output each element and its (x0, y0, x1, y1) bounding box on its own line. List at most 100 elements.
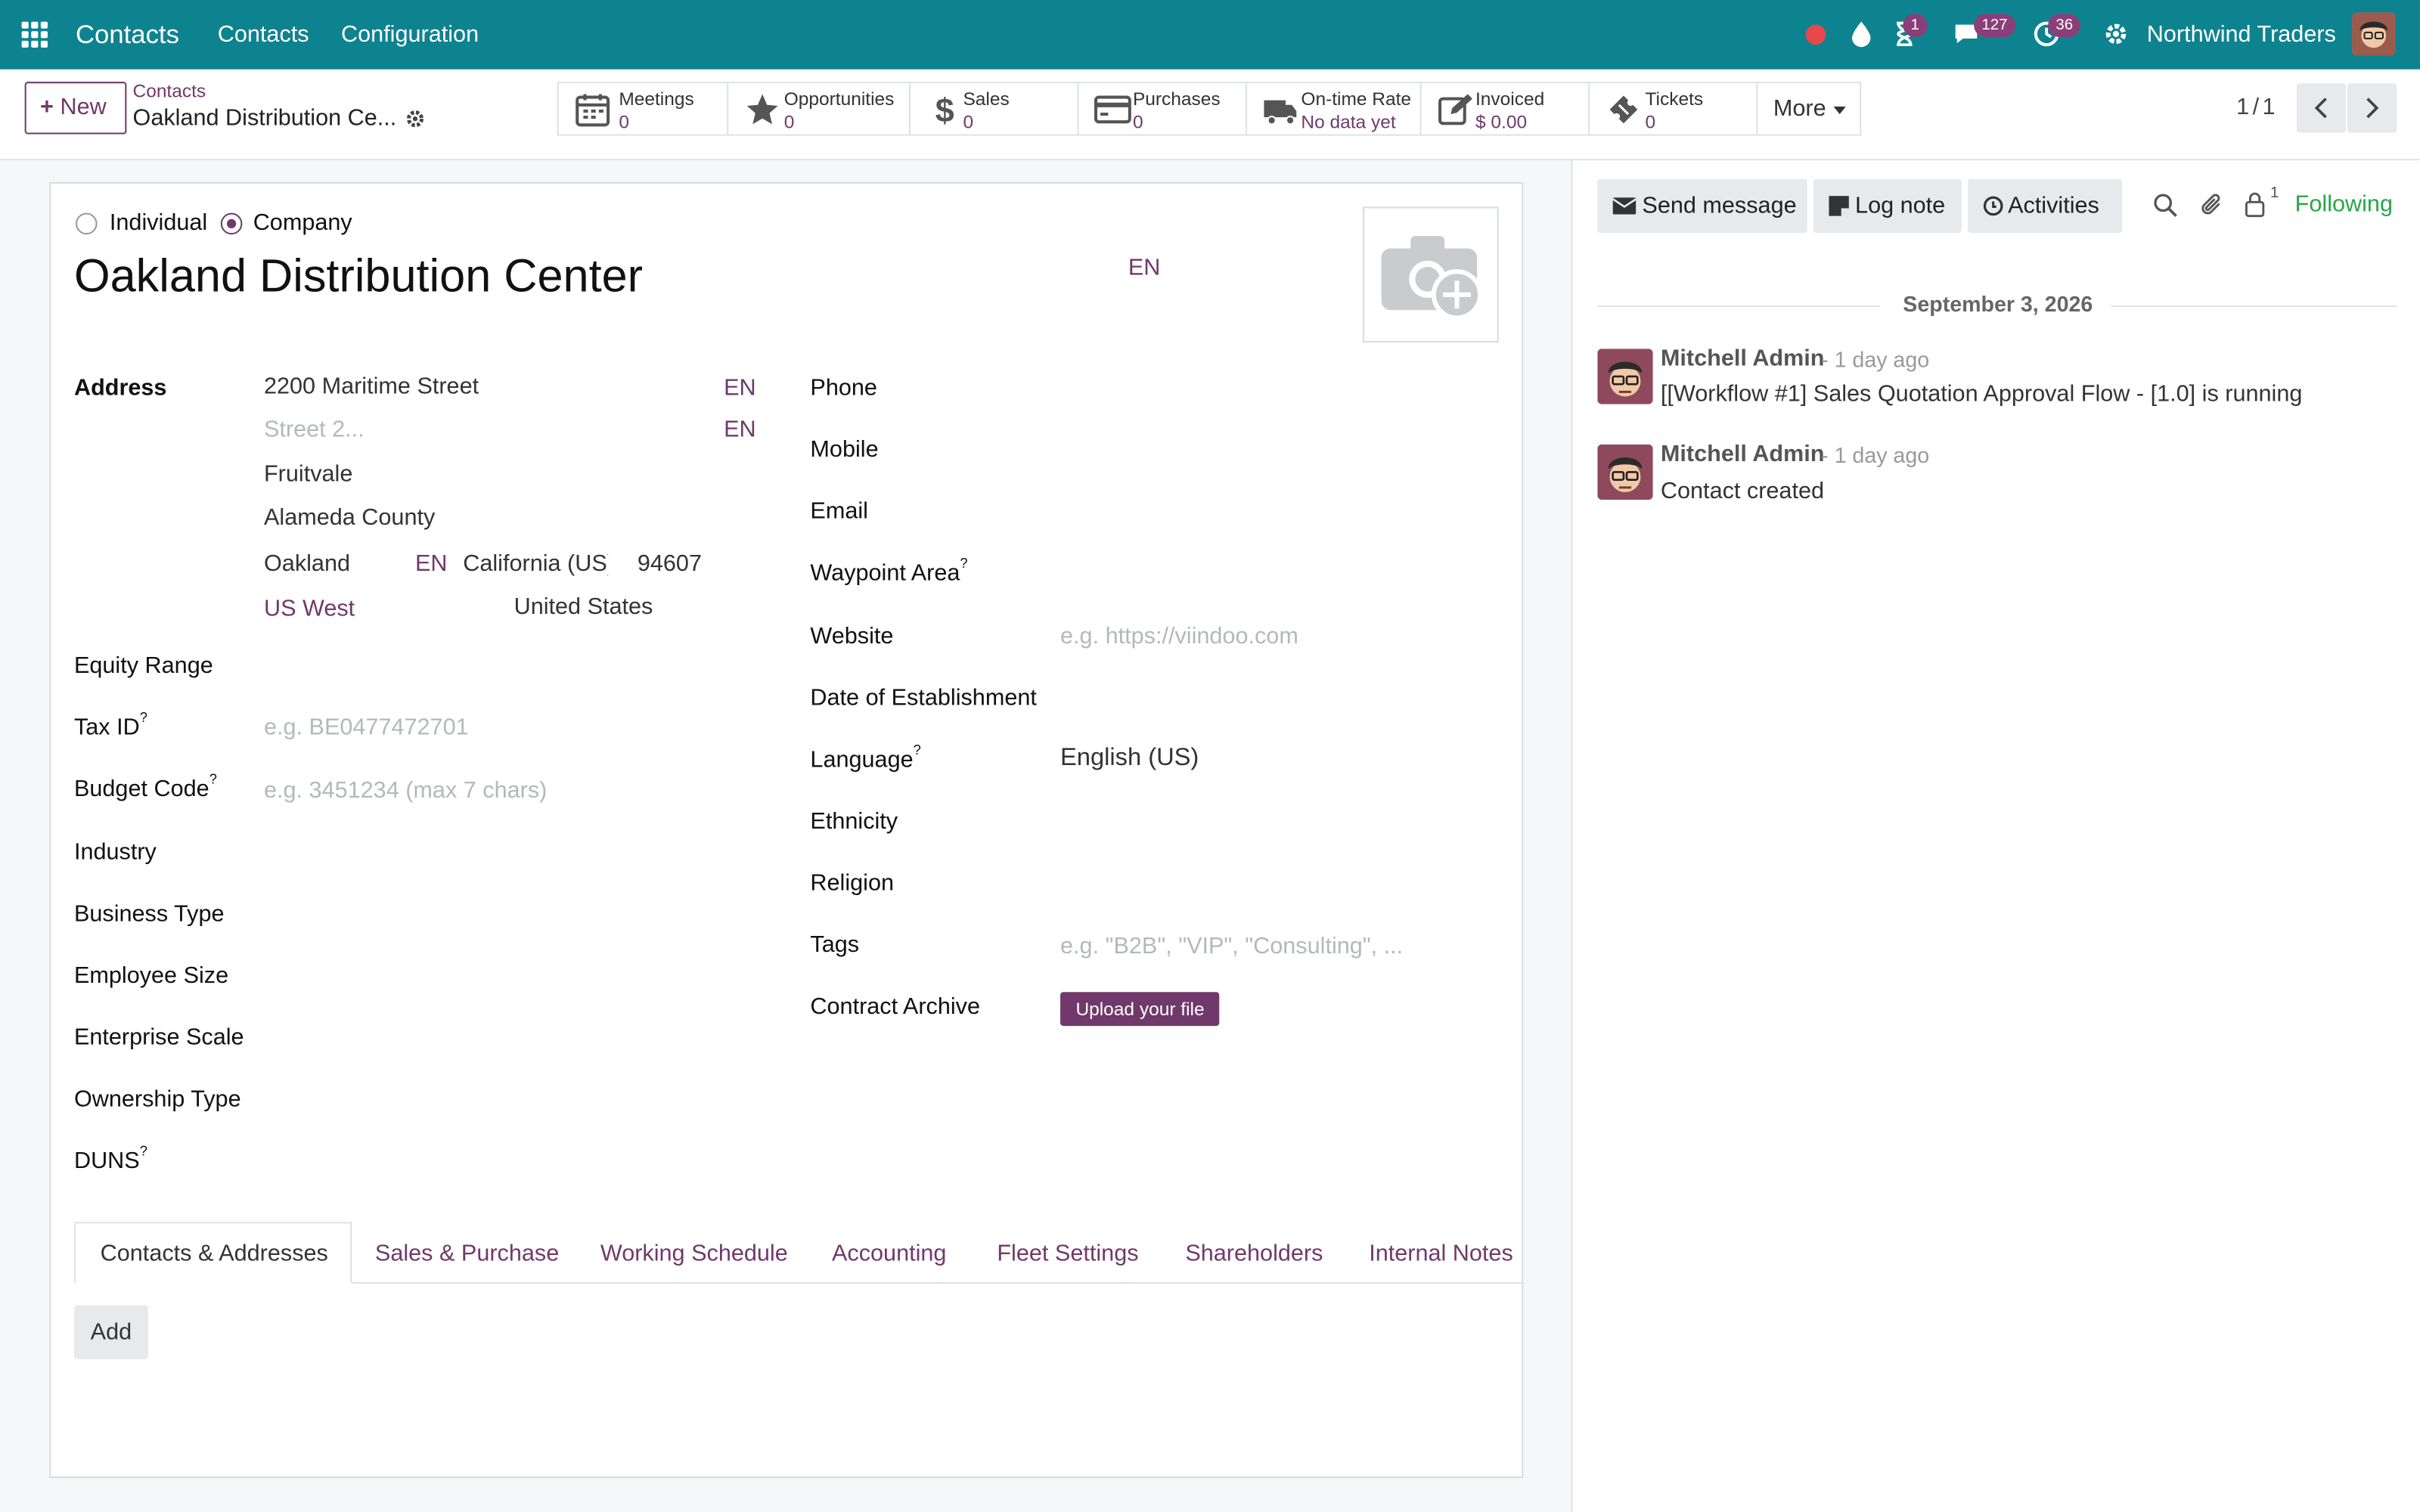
tab-shareholders[interactable]: Shareholders (1185, 1223, 1323, 1284)
help-tooltip-icon[interactable]: ? (914, 742, 921, 758)
menu-contacts[interactable]: Contacts (218, 0, 309, 70)
pager-value[interactable]: 1 / 1 (2236, 94, 2275, 120)
stat-more-button[interactable]: More (1756, 82, 1862, 136)
email-label: Email (810, 498, 868, 525)
caret-down-icon (1833, 106, 1846, 115)
tab-contacts-addresses[interactable]: Contacts & Addresses (73, 1222, 352, 1284)
messages-badge: 127 (1974, 14, 2015, 37)
stat-value: 0 (963, 110, 974, 133)
stat-label: Opportunities (783, 88, 895, 110)
budget-code-field[interactable]: e.g. 3451234 (max 7 chars) (264, 778, 547, 804)
help-tooltip-icon[interactable]: ? (960, 556, 967, 571)
truck-icon (1264, 100, 1297, 125)
employee-size-label: Employee Size (73, 962, 229, 990)
city-field[interactable]: Oakland (264, 551, 350, 578)
add-contact-button[interactable]: Add (73, 1305, 148, 1359)
stat-value: $ 0.00 (1475, 110, 1528, 133)
radio-individual[interactable] (75, 212, 98, 235)
phone-label: Phone (810, 374, 877, 401)
apps-menu-icon[interactable] (21, 21, 48, 48)
language-label: Language? (810, 742, 921, 773)
stat-meetings-button[interactable]: Meetings 0 (557, 82, 728, 136)
tab-fleet-settings[interactable]: Fleet Settings (997, 1223, 1138, 1284)
activities-label: Activities (2008, 193, 2099, 219)
help-tooltip-icon[interactable]: ? (209, 771, 217, 786)
stat-label: Invoiced (1475, 88, 1545, 110)
street-field[interactable]: 2200 Maritime Street (264, 373, 479, 400)
message-date-separator: September 3, 2026 (1903, 291, 2093, 317)
partner-name-field[interactable]: Oakland Distribution Center (74, 252, 643, 304)
name-translate-button[interactable]: EN (1128, 255, 1161, 281)
enterprise-scale-label: Enterprise Scale (73, 1024, 244, 1051)
log-note-button[interactable]: Log note (1813, 178, 1962, 234)
envelope-icon (1612, 197, 1637, 215)
new-button[interactable]: + New (24, 82, 127, 135)
stat-sales-button[interactable]: $ Sales 0 (909, 82, 1078, 136)
radio-company-label[interactable]: Company (253, 210, 352, 237)
pager-next-button[interactable] (2347, 83, 2397, 133)
pager-previous-button[interactable] (2296, 83, 2347, 133)
date-of-establishment-label: Date of Establishment (810, 685, 1037, 711)
region-field[interactable]: US West (264, 596, 355, 622)
stat-value: 0 (1645, 110, 1656, 133)
radio-company[interactable] (220, 212, 243, 235)
tags-field[interactable]: e.g. "B2B", "VIP", "Consulting", ... (1060, 934, 1403, 960)
following-button[interactable]: Following (2295, 191, 2393, 218)
help-tooltip-icon[interactable]: ? (140, 1143, 147, 1158)
country-field[interactable]: United States (514, 594, 653, 621)
date-separator-line (2111, 305, 2397, 308)
paperclip-icon[interactable] (2199, 191, 2224, 218)
send-message-button[interactable]: Send message (1597, 178, 1807, 234)
message-author[interactable]: Mitchell Admin (1661, 442, 1825, 468)
county-field[interactable]: Alameda County (264, 504, 435, 531)
address-label: Address (73, 374, 167, 401)
city-translate-button[interactable]: EN (415, 551, 448, 578)
industry-label: Industry (73, 839, 157, 866)
tab-sales-purchase[interactable]: Sales & Purchase (375, 1223, 559, 1284)
tax-id-field[interactable]: e.g. BE0477472701 (264, 714, 469, 741)
stat-invoiced-button[interactable]: Invoiced $ 0.00 (1419, 82, 1588, 136)
settings-gear-icon[interactable] (2101, 18, 2132, 49)
search-icon[interactable] (2153, 193, 2178, 218)
breadcrumb-contacts[interactable]: Contacts (133, 80, 206, 102)
help-tooltip-icon[interactable]: ? (140, 710, 147, 725)
message-author-avatar[interactable] (1597, 349, 1653, 404)
tab-accounting[interactable]: Accounting (832, 1223, 946, 1284)
drop-icon[interactable] (1846, 18, 1877, 49)
street2-translate-button[interactable]: EN (724, 417, 756, 443)
user-avatar[interactable] (2352, 12, 2396, 56)
street-translate-button[interactable]: EN (724, 375, 756, 401)
message-author-avatar[interactable] (1597, 444, 1653, 500)
stat-tickets-button[interactable]: Tickets 0 (1587, 82, 1757, 136)
company-switcher[interactable]: Northwind Traders (2147, 0, 2336, 70)
message-author[interactable]: Mitchell Admin (1661, 345, 1825, 372)
more-label: More (1773, 95, 1826, 122)
stat-opportunities-button[interactable]: Opportunities 0 (727, 82, 910, 136)
lock-followers-icon[interactable] (2244, 191, 2266, 218)
tab-internal-notes[interactable]: Internal Notes (1369, 1223, 1513, 1284)
menu-configuration[interactable]: Configuration (341, 0, 479, 70)
recording-indicator-icon[interactable] (1805, 24, 1826, 45)
stat-label: On-time Rate (1301, 88, 1412, 110)
stat-value: 0 (1132, 110, 1143, 133)
partner-image-upload[interactable] (1363, 206, 1499, 343)
street2-field[interactable]: Street 2... (264, 417, 365, 443)
waypoint-area-label: Waypoint Area? (810, 555, 968, 587)
app-name[interactable]: Contacts (76, 0, 179, 70)
state-field[interactable]: California (US) (463, 551, 608, 578)
record-actions-gear-icon[interactable] (405, 108, 427, 130)
note-icon (1829, 196, 1849, 216)
website-field[interactable]: e.g. https://viindoo.com (1060, 623, 1298, 649)
district-field[interactable]: Fruitvale (264, 461, 352, 488)
upload-file-button[interactable]: Upload your file (1060, 992, 1221, 1027)
stat-ontime-rate-button[interactable]: On-time Rate No data yet (1245, 82, 1420, 136)
duns-label: DUNS? (73, 1143, 147, 1175)
activities-button[interactable]: Activities (1968, 178, 2123, 234)
language-field[interactable]: English (US) (1060, 745, 1199, 773)
radio-individual-label[interactable]: Individual (110, 210, 207, 237)
ticket-icon (1609, 95, 1638, 124)
zip-field[interactable]: 94607 (638, 551, 702, 578)
tax-id-label: Tax ID? (73, 709, 147, 741)
stat-purchases-button[interactable]: Purchases 0 (1077, 82, 1246, 136)
tab-working-schedule[interactable]: Working Schedule (600, 1223, 788, 1284)
